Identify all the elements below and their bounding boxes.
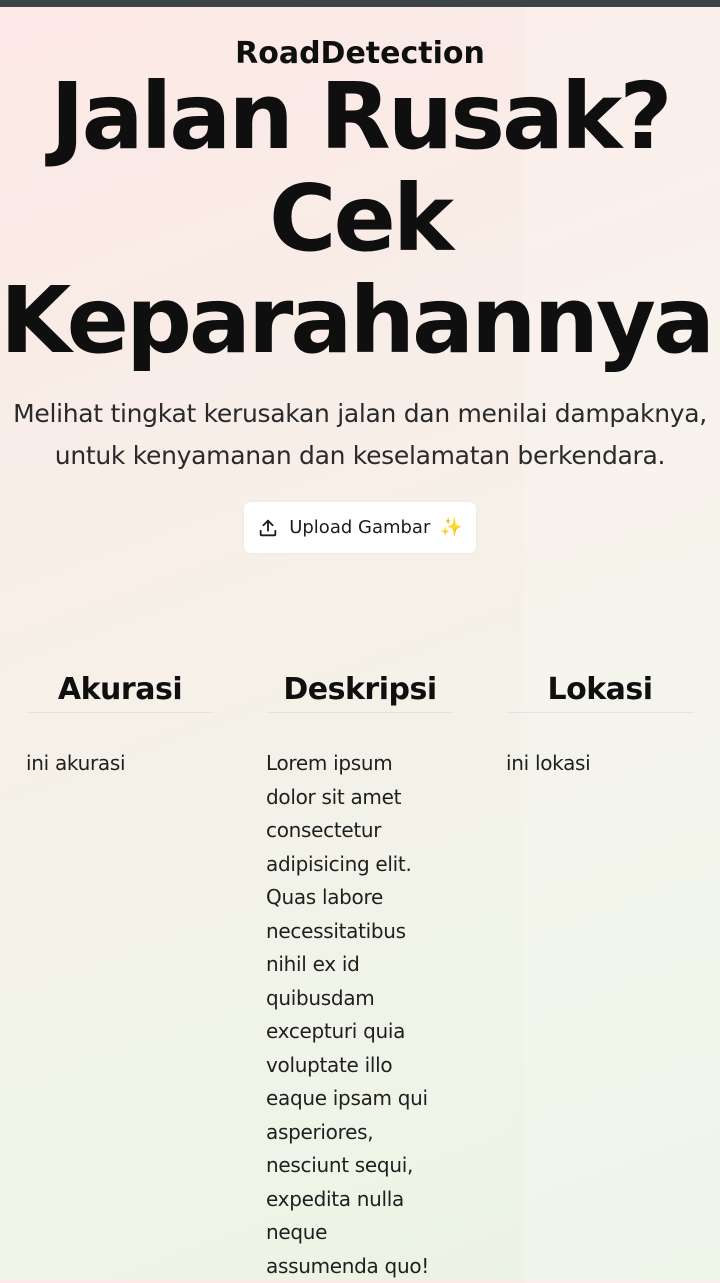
hero-title-line: Cek <box>0 168 720 270</box>
accuracy-heading: Akurasi <box>26 668 214 713</box>
accuracy-column: Akurasi ini akurasi <box>26 668 214 781</box>
description-line: voluptate illo <box>266 1049 454 1083</box>
description-line: neque <box>266 1216 454 1250</box>
description-text: Lorem ipsum dolor sit amet consectetur a… <box>266 747 454 1283</box>
hero-title-line: Jalan Rusak? <box>0 66 720 168</box>
upload-icon <box>257 517 279 539</box>
hero-title: Jalan Rusak? Cek Keparahannya! <box>0 66 720 372</box>
accuracy-line: ini akurasi <box>26 747 214 781</box>
description-line: consectetur <box>266 814 454 848</box>
description-line: necessitatibus <box>266 915 454 949</box>
description-heading: Deskripsi <box>266 668 454 713</box>
accuracy-text: ini akurasi <box>26 747 214 781</box>
hero-title-line: Keparahannya! <box>0 270 720 372</box>
description-column: Deskripsi Lorem ipsum dolor sit amet con… <box>266 668 454 1283</box>
sparkle-icon: ✨ <box>440 517 462 538</box>
location-line: ini lokasi <box>506 747 694 781</box>
description-line: dolor sit amet <box>266 781 454 815</box>
location-heading: Lokasi <box>506 668 694 713</box>
location-column: Lokasi ini lokasi <box>506 668 694 781</box>
hero-subtitle-line: untuk kenyamanan dan keselamatan berkend… <box>0 435 720 477</box>
upload-button-label: Upload Gambar <box>289 517 430 538</box>
description-line: adipisicing elit. <box>266 848 454 882</box>
description-line: assumenda quo! <box>266 1250 454 1283</box>
description-line: expedita nulla <box>266 1183 454 1217</box>
description-line: asperiores, <box>266 1116 454 1150</box>
description-line: eaque ipsam qui <box>266 1082 454 1116</box>
description-line: quibusdam <box>266 982 454 1016</box>
hero-subtitle: Melihat tingkat kerusakan jalan dan meni… <box>0 393 720 477</box>
description-line: nihil ex id <box>266 948 454 982</box>
description-line: excepturi quia <box>266 1015 454 1049</box>
description-line: Quas labore <box>266 881 454 915</box>
description-line: Lorem ipsum <box>266 747 454 781</box>
location-text: ini lokasi <box>506 747 694 781</box>
description-line: nesciunt sequi, <box>266 1149 454 1183</box>
upload-image-button[interactable]: Upload Gambar ✨ <box>243 501 477 554</box>
top-bar <box>0 0 720 7</box>
hero-subtitle-line: Melihat tingkat kerusakan jalan dan meni… <box>0 393 720 435</box>
